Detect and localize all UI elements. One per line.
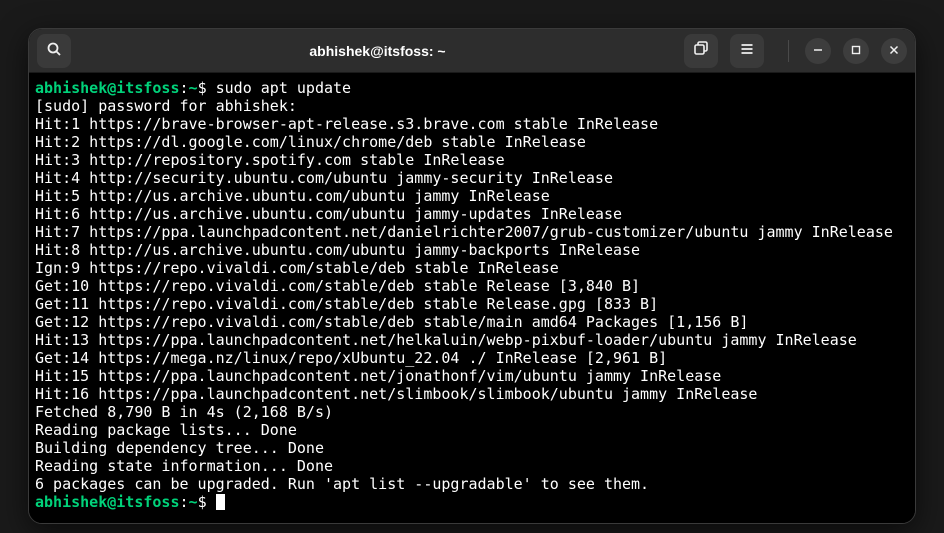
output-line: Hit:13 https://ppa.launchpadcontent.net/… xyxy=(35,331,909,349)
output-line: Get:14 https://mega.nz/linux/repo/xUbunt… xyxy=(35,349,909,367)
terminal-output: [sudo] password for abhishek:Hit:1 https… xyxy=(35,97,909,493)
prompt-path: ~ xyxy=(189,493,198,511)
prompt-symbol: $ xyxy=(198,493,207,511)
output-line: Ign:9 https://repo.vivaldi.com/stable/de… xyxy=(35,259,909,277)
titlebar-left-controls xyxy=(37,34,71,68)
output-line: Reading state information... Done xyxy=(35,457,909,475)
separator xyxy=(788,40,789,62)
output-line: 6 packages can be upgraded. Run 'apt lis… xyxy=(35,475,909,493)
close-icon xyxy=(889,43,899,58)
output-line: Hit:1 https://brave-browser-apt-release.… xyxy=(35,115,909,133)
prompt-colon: : xyxy=(180,493,189,511)
prompt-symbol: $ xyxy=(198,79,207,97)
search-icon xyxy=(46,41,62,60)
output-line: Building dependency tree... Done xyxy=(35,439,909,457)
output-line: Reading package lists... Done xyxy=(35,421,909,439)
close-button[interactable] xyxy=(881,38,907,64)
output-line: Hit:5 http://us.archive.ubuntu.com/ubunt… xyxy=(35,187,909,205)
new-tab-button[interactable] xyxy=(684,34,718,68)
output-line: Hit:2 https://dl.google.com/linux/chrome… xyxy=(35,133,909,151)
output-line: Hit:16 https://ppa.launchpadcontent.net/… xyxy=(35,385,909,403)
prompt-path: ~ xyxy=(189,79,198,97)
minimize-icon xyxy=(813,43,823,58)
output-line: Fetched 8,790 B in 4s (2,168 B/s) xyxy=(35,403,909,421)
output-line: Hit:8 http://us.archive.ubuntu.com/ubunt… xyxy=(35,241,909,259)
search-button[interactable] xyxy=(37,34,71,68)
prompt-line: abhishek@itsfoss:~$ sudo apt update xyxy=(35,79,909,97)
output-line: Hit:4 http://security.ubuntu.com/ubuntu … xyxy=(35,169,909,187)
hamburger-icon xyxy=(739,41,755,60)
new-tab-icon xyxy=(693,41,709,60)
titlebar-right-controls xyxy=(684,34,907,68)
maximize-icon xyxy=(851,43,861,58)
output-line: Hit:3 http://repository.spotify.com stab… xyxy=(35,151,909,169)
prompt-user-host: abhishek@itsfoss xyxy=(35,493,180,511)
terminal-body[interactable]: abhishek@itsfoss:~$ sudo apt update [sud… xyxy=(29,73,915,523)
output-line: [sudo] password for abhishek: xyxy=(35,97,909,115)
output-line: Hit:6 http://us.archive.ubuntu.com/ubunt… xyxy=(35,205,909,223)
prompt-user-host: abhishek@itsfoss xyxy=(35,79,180,97)
menu-button[interactable] xyxy=(730,34,764,68)
terminal-window: abhishek@itsfoss: ~ xyxy=(28,28,916,524)
titlebar: abhishek@itsfoss: ~ xyxy=(29,29,915,73)
minimize-button[interactable] xyxy=(805,38,831,64)
prompt-colon: : xyxy=(180,79,189,97)
output-line: Hit:15 https://ppa.launchpadcontent.net/… xyxy=(35,367,909,385)
output-line: Get:10 https://repo.vivaldi.com/stable/d… xyxy=(35,277,909,295)
cursor xyxy=(216,494,225,510)
maximize-button[interactable] xyxy=(843,38,869,64)
output-line: Hit:7 https://ppa.launchpadcontent.net/d… xyxy=(35,223,909,241)
command-text: sudo apt update xyxy=(216,79,351,97)
output-line: Get:12 https://repo.vivaldi.com/stable/d… xyxy=(35,313,909,331)
window-title: abhishek@itsfoss: ~ xyxy=(71,43,684,59)
output-line: Get:11 https://repo.vivaldi.com/stable/d… xyxy=(35,295,909,313)
prompt-line-idle: abhishek@itsfoss:~$ xyxy=(35,493,909,511)
